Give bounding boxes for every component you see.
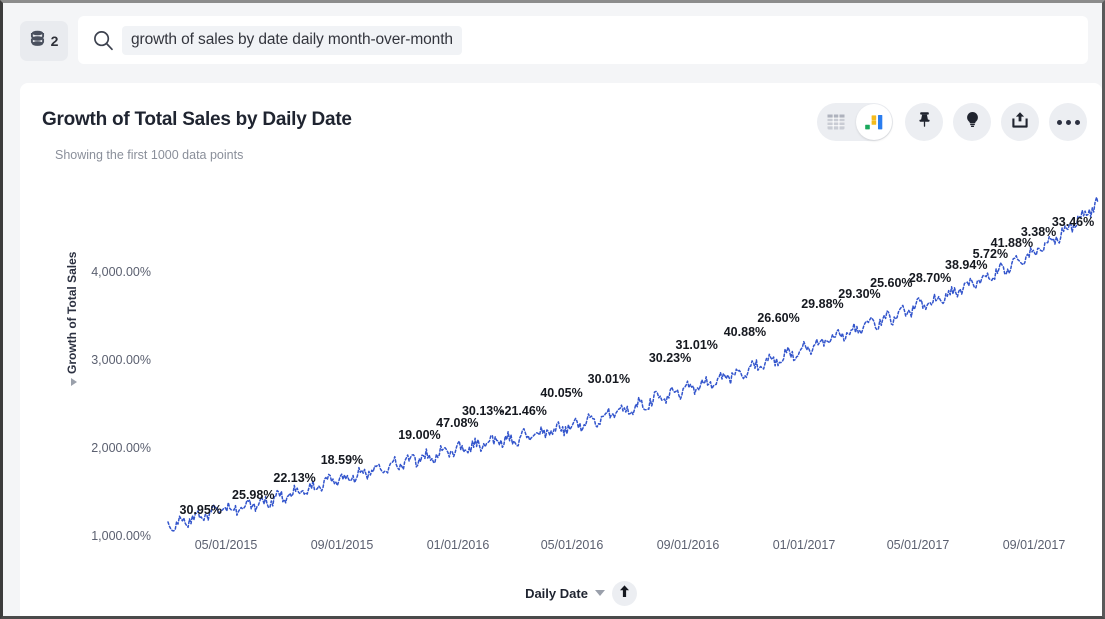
x-tick-label: 01/01/2017 (773, 538, 836, 552)
more-horizontal-icon (1057, 120, 1080, 125)
lightbulb-icon (963, 110, 982, 134)
share-button[interactable] (1001, 103, 1039, 141)
search-icon (92, 29, 114, 51)
x-tick-label: 09/01/2017 (1003, 538, 1066, 552)
visualization-card: Growth of Total Sales by Daily Date Show… (20, 83, 1102, 616)
x-axis-footer: Daily Date (20, 576, 1102, 610)
visualization-toolbar (817, 103, 1087, 141)
x-tick-label: 05/01/2017 (887, 538, 950, 552)
pin-button[interactable] (905, 103, 943, 141)
pin-icon (915, 110, 934, 134)
application-window: 2 growth of sales by date daily month-ov… (0, 0, 1105, 619)
x-axis-title: Daily Date (525, 586, 588, 601)
x-tick-label: 01/01/2016 (427, 538, 490, 552)
data-source-count: 2 (51, 34, 59, 48)
table-icon[interactable] (826, 112, 846, 132)
bar-chart-icon[interactable] (856, 104, 892, 140)
x-tick-label: 09/01/2016 (657, 538, 720, 552)
chart-plot-region: Growth of Total Sales 4,000.00% 3,000.00… (20, 178, 1102, 616)
x-tick-label: 05/01/2015 (195, 538, 258, 552)
arrow-up-icon (618, 584, 631, 603)
x-tick-label: 05/01/2016 (541, 538, 604, 552)
x-tick-label: 09/01/2015 (311, 538, 374, 552)
search-bar[interactable]: growth of sales by date daily month-over… (78, 16, 1088, 64)
search-query-token[interactable]: growth of sales by date daily month-over… (122, 26, 462, 55)
database-icon (30, 30, 45, 52)
series-growth-of-total-sales (168, 197, 1098, 531)
insights-button[interactable] (953, 103, 991, 141)
more-options-button[interactable] (1049, 103, 1087, 141)
data-points-notice: Showing the first 1000 data points (55, 148, 243, 162)
page-title: Growth of Total Sales by Daily Date (42, 109, 352, 131)
data-source-badge[interactable]: 2 (20, 21, 68, 61)
share-upload-icon (1010, 110, 1030, 135)
line-chart-svg (20, 178, 1102, 578)
view-mode-toggle[interactable] (817, 103, 893, 141)
search-header: 2 growth of sales by date daily month-ov… (3, 3, 1102, 73)
sort-ascending-button[interactable] (612, 581, 637, 606)
chevron-down-icon[interactable] (595, 590, 605, 596)
x-axis-ticks: 05/01/2015 09/01/2015 01/01/2016 05/01/2… (20, 538, 1102, 558)
